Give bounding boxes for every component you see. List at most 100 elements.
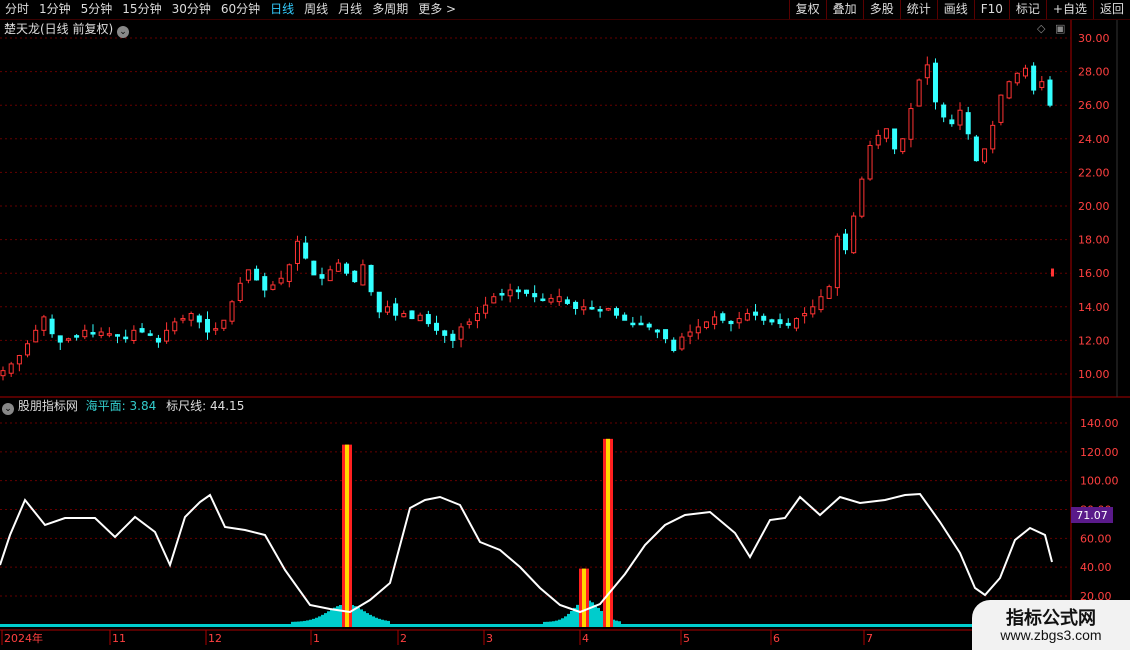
haipingmian-bar (909, 624, 912, 627)
current-value-text: 71.07 (1076, 509, 1108, 522)
time-tick-label: 11 (112, 632, 126, 645)
haipingmian-bar (885, 624, 888, 627)
haipingmian-bar (237, 624, 240, 627)
haipingmian-bar (117, 624, 120, 627)
candle-body (908, 108, 914, 140)
haipingmian-bar (21, 624, 24, 627)
haipingmian-bar (963, 624, 966, 627)
haipingmian-bars (0, 600, 1071, 627)
haipingmian-bar (870, 624, 873, 627)
candle-body (278, 277, 284, 284)
haipingmian-bar (801, 624, 804, 627)
window-icon[interactable]: ▣ (1055, 22, 1065, 35)
haipingmian-bar (126, 624, 129, 627)
haipingmian-bar (552, 621, 555, 627)
haipingmian-bar (666, 624, 669, 627)
haipingmian-bar (423, 624, 426, 627)
chevron-down-icon[interactable]: ⌄ (2, 403, 14, 415)
haipingmian-bar (441, 624, 444, 627)
haipingmian-bar (438, 624, 441, 627)
haipingmian-bar (636, 624, 639, 627)
haipingmian-bar (525, 624, 528, 627)
haipingmian-bar (483, 624, 486, 627)
haipingmian-bar (228, 624, 231, 627)
candle-body (442, 330, 448, 336)
haipingmian-bar (951, 624, 954, 627)
haipingmian-bar (252, 624, 255, 627)
haipingmian-bar (414, 624, 417, 627)
candle-body (352, 270, 358, 283)
haipingmian-bar (33, 624, 36, 627)
candle-body (605, 307, 611, 311)
haipingmian-bar (696, 624, 699, 627)
haipingmian-bar (927, 624, 930, 627)
haipingmian-bar (522, 624, 525, 627)
haipingmian-bar (246, 624, 249, 627)
candle-body (982, 148, 988, 163)
price-tick-label: 16.00 (1078, 267, 1110, 280)
biaochixian-label: 标尺线: (166, 399, 207, 413)
haipingmian-bar (660, 624, 663, 627)
candle-body (654, 329, 660, 333)
signal-bar-core (582, 568, 586, 627)
price-tick-label: 10.00 (1078, 368, 1110, 381)
haipingmian-bar (396, 624, 399, 627)
candle-body (425, 314, 431, 325)
signal-bar-core (606, 438, 610, 627)
candle-body (818, 296, 824, 311)
haipingmian-bar (474, 624, 477, 627)
haipingmian-bar (360, 609, 363, 627)
haipingmian-bar (717, 624, 720, 627)
candle-body (294, 240, 300, 264)
haipingmian-bar (690, 624, 693, 627)
haipingmian-bar (684, 624, 687, 627)
candle-body (736, 318, 742, 324)
haipingmian-bar (849, 624, 852, 627)
haipingmian-bar (711, 624, 714, 627)
haipingmian-bar (147, 624, 150, 627)
haipingmian-bar (549, 621, 552, 627)
haipingmian-bar (315, 617, 318, 627)
haipingmian-bar (537, 624, 540, 627)
haipingmian-bar (393, 624, 396, 627)
haipingmian-bar (936, 624, 939, 627)
haipingmian-bar (141, 624, 144, 627)
haipingmian-bar (189, 624, 192, 627)
chevron-down-icon[interactable]: ⌄ (117, 26, 130, 38)
stock-title[interactable]: 楚天龙(日线 前复权) ⌄ (4, 21, 130, 38)
candle-body (998, 94, 1004, 123)
haipingmian-bar (594, 604, 597, 627)
haipingmian-bar (774, 624, 777, 627)
haipingmian-bar (63, 624, 66, 627)
haipingmian-bar (834, 624, 837, 627)
diamond-icon[interactable]: ◇ (1037, 22, 1045, 35)
candle-body (196, 315, 202, 323)
haipingmian-bar (561, 618, 564, 627)
haipingmian-bar (819, 624, 822, 627)
panel-controls[interactable]: ◇ ▣ (1037, 21, 1065, 37)
haipingmian-bar (318, 616, 321, 627)
haipingmian-bar (84, 624, 87, 627)
candle-body (900, 138, 906, 153)
haipingmian-bar (99, 624, 102, 627)
haipingmian-bar (918, 624, 921, 627)
haipingmian-bar (57, 624, 60, 627)
candle-body (237, 282, 243, 302)
indicator-title[interactable]: ⌄ 股朋指标网 海平面: 3.84 标尺线: 44.15 (2, 398, 244, 415)
haipingmian-bar (756, 624, 759, 627)
candle-body (123, 336, 129, 340)
candle-body (892, 128, 898, 150)
chart-canvas[interactable]: 30.00 28.00 26.00 24.00 22.00 20.00 18.00 16.00… (0, 0, 1130, 650)
haipingmian-bar (597, 607, 600, 627)
candle-body (360, 264, 366, 286)
candle-body (687, 331, 693, 337)
candle-body (221, 319, 227, 329)
candle-body (229, 301, 235, 322)
haipingmian-bar (570, 611, 573, 627)
haipingmian-bar (837, 624, 840, 627)
haipingmian-bar (201, 624, 204, 627)
candle-body (262, 276, 268, 291)
candle-body (344, 263, 350, 274)
haipingmian-bar (669, 624, 672, 627)
haipingmian-bar (708, 624, 711, 627)
